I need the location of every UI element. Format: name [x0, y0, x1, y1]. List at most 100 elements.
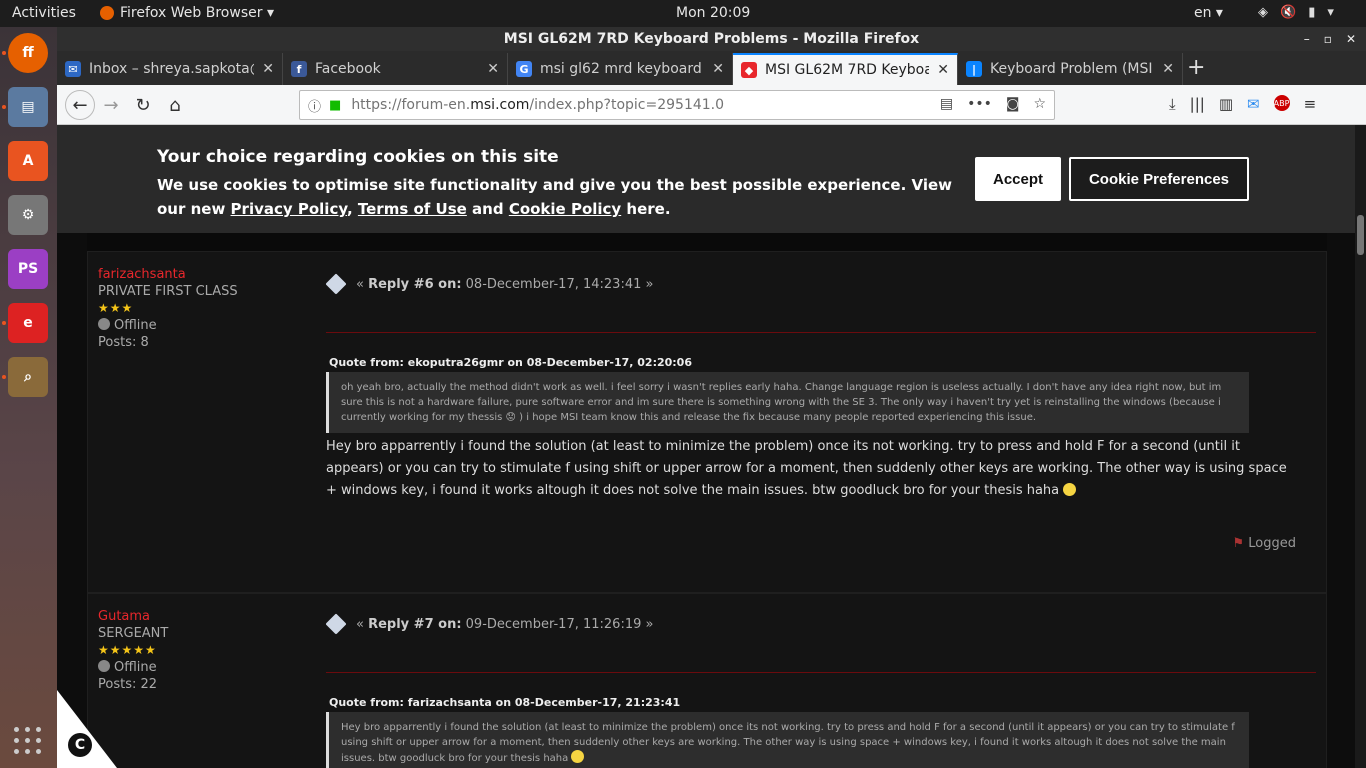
- scrollbar-thumb[interactable]: [1357, 215, 1364, 255]
- cookie-text: We use cookies to optimise site function…: [157, 176, 953, 218]
- bookmark-star-icon[interactable]: ☆: [1033, 96, 1046, 112]
- author-name[interactable]: farizachsanta: [98, 266, 238, 283]
- tab-inbox[interactable]: ✉ Inbox – shreya.sapkota@ ✕: [57, 53, 283, 85]
- running-indicator: [2, 105, 6, 109]
- forum-post: farizachsanta PRIVATE FIRST CLASS ★★★ Of…: [87, 251, 1327, 593]
- quote-body: oh yeah bro, actually the method didn't …: [326, 372, 1249, 433]
- close-tab-icon[interactable]: ✕: [487, 61, 499, 77]
- forum-post: Gutama SERGEANT ★★★★★ Offline Posts: 22 …: [87, 593, 1327, 768]
- forward-button[interactable]: →: [99, 93, 123, 117]
- quote-header[interactable]: Quote from: farizachsanta on 08-December…: [329, 696, 680, 709]
- page-scrollbar[interactable]: [1355, 125, 1366, 768]
- page-actions-icon[interactable]: •••: [967, 96, 992, 112]
- window-titlebar: MSI GL62M 7RD Keyboard Problems - Mozill…: [57, 27, 1366, 51]
- dock-settings[interactable]: ⚙: [8, 195, 48, 235]
- terms-of-use-link[interactable]: Terms of Use: [358, 200, 467, 218]
- tab-label: Keyboard Problem (MSI: [990, 61, 1153, 77]
- tab-msi-forum[interactable]: ◆ MSI GL62M 7RD Keyboar ✕: [733, 53, 958, 85]
- dock: ff ▤ A ⚙ PS e ⌕: [0, 27, 57, 768]
- close-window-button[interactable]: ✕: [1346, 27, 1356, 51]
- library-icon[interactable]: |||: [1190, 95, 1205, 113]
- tab-label: Inbox – shreya.sapkota@: [89, 61, 255, 77]
- post-icon: [325, 613, 347, 635]
- reply-link[interactable]: Reply #6 on:: [368, 277, 461, 292]
- post-divider: [326, 672, 1316, 673]
- facebook-icon: f: [291, 61, 307, 77]
- thumbs-up-smiley-icon: [571, 750, 585, 763]
- logged-status: ⚑ Logged: [1232, 536, 1296, 551]
- back-button[interactable]: ←: [65, 90, 95, 120]
- post-header: « Reply #6 on: 08-December-17, 14:23:41 …: [325, 273, 654, 295]
- close-tab-icon[interactable]: ✕: [1162, 61, 1174, 77]
- post-divider: [326, 332, 1316, 333]
- chat-widget-corner[interactable]: [57, 690, 117, 768]
- reply-link[interactable]: Reply #7 on:: [368, 617, 461, 632]
- author-panel: farizachsanta PRIVATE FIRST CLASS ★★★ Of…: [98, 266, 238, 351]
- dock-viewer[interactable]: ⌕: [8, 357, 48, 397]
- ip-icon: ⚑: [1232, 536, 1245, 551]
- tab-keyboard-problem[interactable]: | Keyboard Problem (MSI ✕: [958, 53, 1183, 85]
- online-status: Offline: [114, 660, 157, 675]
- offline-bulb-icon: [98, 660, 110, 672]
- reader-view-icon[interactable]: ▤: [940, 96, 953, 112]
- pocket-icon[interactable]: ◙: [1006, 96, 1020, 112]
- dock-firefox[interactable]: ff: [8, 33, 48, 73]
- window-title: MSI GL62M 7RD Keyboard Problems - Mozill…: [503, 31, 920, 47]
- close-tab-icon[interactable]: ✕: [937, 62, 949, 78]
- battery-icon: ▮: [1308, 5, 1316, 20]
- show-applications-icon[interactable]: [14, 727, 42, 755]
- clock[interactable]: Mon 20:09: [676, 5, 750, 21]
- reload-button[interactable]: ↻: [131, 93, 155, 117]
- activities-button[interactable]: Activities: [12, 5, 76, 21]
- post-date: 08-December-17, 14:23:41 »: [461, 276, 654, 292]
- url-text[interactable]: https://forum-en.msi.com/index.php?topic…: [351, 97, 724, 113]
- running-indicator: [2, 51, 6, 55]
- close-tab-icon[interactable]: ✕: [262, 61, 274, 77]
- gnome-top-bar: Activities Firefox Web Browser ▾ Mon 20:…: [0, 0, 1366, 27]
- author-name[interactable]: Gutama: [98, 608, 168, 625]
- author-panel: Gutama SERGEANT ★★★★★ Offline Posts: 22: [98, 608, 168, 693]
- tab-bar: ✉ Inbox – shreya.sapkota@ ✕ f Facebook ✕…: [57, 51, 1366, 85]
- dock-files[interactable]: ▤: [8, 87, 48, 127]
- info-icon[interactable]: ⓘ: [308, 96, 321, 115]
- maximize-button[interactable]: ▫: [1324, 27, 1332, 51]
- sidebar-icon[interactable]: ▥: [1219, 95, 1233, 113]
- system-tray[interactable]: ◈ 🔇 ▮ ▾: [1258, 5, 1334, 20]
- home-button[interactable]: ⌂: [163, 93, 187, 117]
- google-icon: G: [516, 61, 532, 77]
- firefox-icon: [100, 6, 114, 20]
- chat-widget-icon[interactable]: C: [68, 733, 92, 757]
- privacy-policy-link[interactable]: Privacy Policy: [231, 200, 347, 218]
- url-bar[interactable]: ⓘ ■ https://forum-en.msi.com/index.php?t…: [299, 90, 1055, 120]
- page-content: Your choice regarding cookies on this si…: [57, 125, 1355, 768]
- post-date: 09-December-17, 11:26:19 »: [461, 616, 654, 632]
- adblock-icon[interactable]: ABP: [1273, 95, 1290, 111]
- dock-software-center[interactable]: A: [8, 141, 48, 181]
- mail-extension-icon[interactable]: ✉: [1247, 95, 1260, 113]
- mail-icon: ✉: [65, 61, 81, 77]
- cookie-title: Your choice regarding cookies on this si…: [157, 147, 559, 167]
- tab-label: msi gl62 mrd keyboard p: [540, 61, 705, 77]
- quote-header[interactable]: Quote from: ekoputra26gmr on 08-December…: [329, 356, 692, 369]
- new-tab-button[interactable]: +: [1187, 55, 1205, 80]
- menu-icon[interactable]: ≡: [1304, 95, 1317, 113]
- cookie-policy-link[interactable]: Cookie Policy: [509, 200, 621, 218]
- tab-google-search[interactable]: G msi gl62 mrd keyboard p ✕: [508, 53, 733, 85]
- rank-stars: ★★★: [98, 301, 134, 315]
- downloads-icon[interactable]: ⤓: [1169, 95, 1176, 113]
- online-status: Offline: [114, 318, 157, 333]
- dock-phpstorm[interactable]: PS: [8, 249, 48, 289]
- wifi-icon: ◈: [1258, 5, 1268, 20]
- language-indicator[interactable]: en ▾: [1194, 5, 1223, 21]
- minimize-button[interactable]: –: [1304, 27, 1310, 51]
- post-body: Hey bro apparrently i found the solution…: [326, 439, 1287, 498]
- cookie-preferences-button[interactable]: Cookie Preferences: [1069, 157, 1249, 201]
- app-menu[interactable]: Firefox Web Browser ▾: [100, 5, 274, 21]
- tab-label: MSI GL62M 7RD Keyboar: [765, 62, 930, 78]
- tab-facebook[interactable]: f Facebook ✕: [283, 53, 508, 85]
- post-count: Posts: 8: [98, 335, 149, 350]
- accept-cookies-button[interactable]: Accept: [975, 157, 1061, 201]
- close-tab-icon[interactable]: ✕: [712, 61, 724, 77]
- lock-icon: ■: [329, 97, 342, 113]
- dock-app-e[interactable]: e: [8, 303, 48, 343]
